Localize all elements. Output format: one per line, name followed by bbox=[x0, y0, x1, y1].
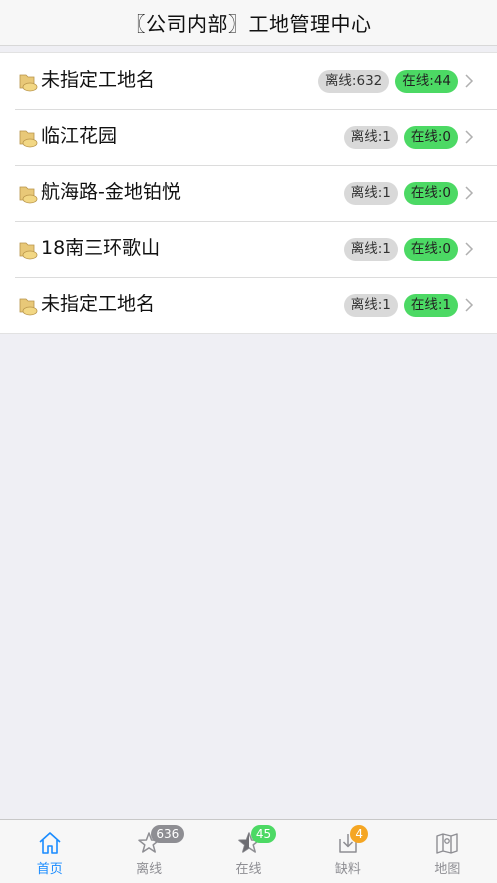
chevron-right-icon bbox=[465, 186, 474, 200]
map-icon bbox=[436, 833, 459, 854]
online-count-badge: 在线:0 bbox=[403, 182, 458, 205]
site-name: 航海路-金地铂悦 bbox=[41, 181, 181, 203]
chevron-right-icon bbox=[465, 74, 474, 88]
tab-label: 离线 bbox=[136, 862, 163, 877]
chevron-right-icon bbox=[465, 130, 474, 144]
tab-home[interactable]: 首页 bbox=[0, 820, 99, 883]
tab-online[interactable]: 在线 45 bbox=[199, 820, 298, 883]
online-count-badge: 在线:44 bbox=[395, 70, 458, 93]
tab-label: 首页 bbox=[36, 862, 63, 877]
online-tab-badge: 45 bbox=[250, 825, 277, 843]
offline-count-badge: 离线:1 bbox=[343, 238, 398, 261]
site-name: 18南三环歌山 bbox=[41, 237, 161, 259]
folder-icon bbox=[19, 74, 38, 92]
offline-tab-badge: 636 bbox=[151, 825, 185, 843]
folder-icon bbox=[19, 242, 38, 260]
navigation-bar: 〖公司内部〗工地管理中心 bbox=[0, 0, 497, 46]
site-row[interactable]: 航海路-金地铂悦 离线:1 在线:0 bbox=[0, 165, 497, 221]
tab-bar: 首页 离线 636 在线 45 缺料 4 地图 bbox=[0, 819, 497, 883]
site-list: 未指定工地名 离线:632 在线:44 临江花园 离线:1 在线:0 航海路-金… bbox=[0, 52, 497, 334]
site-name: 临江花园 bbox=[41, 125, 118, 147]
site-row[interactable]: 未指定工地名 离线:1 在线:1 bbox=[0, 277, 497, 333]
tab-shortage[interactable]: 缺料 4 bbox=[298, 820, 397, 883]
offline-count-badge: 离线:632 bbox=[317, 70, 390, 93]
offline-count-badge: 离线:1 bbox=[343, 294, 398, 317]
online-count-badge: 在线:0 bbox=[403, 238, 458, 261]
offline-count-badge: 离线:1 bbox=[343, 182, 398, 205]
site-row[interactable]: 临江花园 离线:1 在线:0 bbox=[0, 109, 497, 165]
folder-icon bbox=[19, 186, 38, 204]
chevron-right-icon bbox=[465, 242, 474, 256]
folder-icon bbox=[19, 130, 38, 148]
tab-label: 地图 bbox=[434, 862, 461, 877]
folder-icon bbox=[19, 298, 38, 316]
offline-count-badge: 离线:1 bbox=[343, 126, 398, 149]
home-icon bbox=[39, 832, 61, 854]
online-count-badge: 在线:1 bbox=[403, 294, 458, 317]
tab-label: 缺料 bbox=[334, 862, 361, 877]
site-name: 未指定工地名 bbox=[41, 293, 156, 315]
tab-offline[interactable]: 离线 636 bbox=[99, 820, 198, 883]
chevron-right-icon bbox=[465, 298, 474, 312]
tab-map[interactable]: 地图 bbox=[398, 820, 497, 883]
shortage-tab-badge: 4 bbox=[350, 825, 369, 843]
online-count-badge: 在线:0 bbox=[403, 126, 458, 149]
tab-label: 在线 bbox=[235, 862, 262, 877]
page-title: 〖公司内部〗工地管理中心 bbox=[125, 12, 372, 36]
site-row[interactable]: 18南三环歌山 离线:1 在线:0 bbox=[0, 221, 497, 277]
site-name: 未指定工地名 bbox=[41, 69, 156, 91]
site-row[interactable]: 未指定工地名 离线:632 在线:44 bbox=[0, 53, 497, 109]
